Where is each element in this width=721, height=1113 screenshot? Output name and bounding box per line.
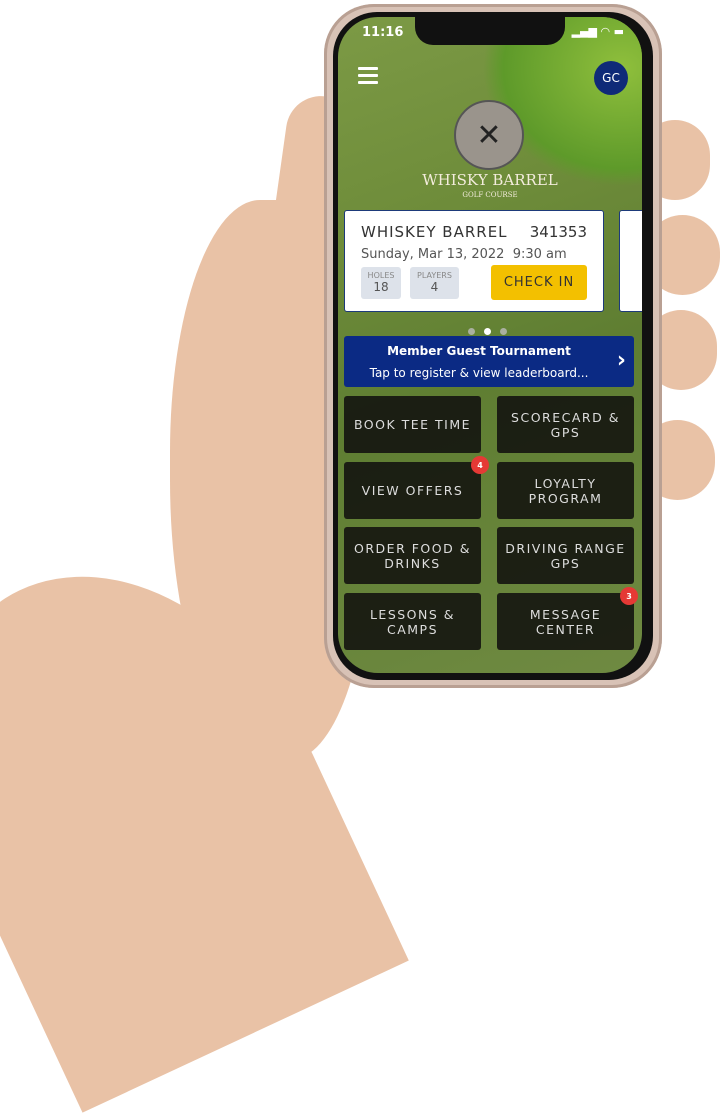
check-in-button[interactable]: CHECK IN <box>491 265 587 300</box>
course-name: WHISKEY BARREL <box>361 223 508 241</box>
view-offers-button[interactable]: VIEW OFFERS <box>344 462 481 519</box>
scorecard-gps-button[interactable]: SCORECARD & GPS <box>497 396 634 453</box>
lessons-camps-button[interactable]: LESSONS & CAMPS <box>344 593 481 650</box>
tournament-banner[interactable]: Member Guest Tournament Tap to register … <box>344 336 634 387</box>
club-logo: ✕ <box>454 100 524 170</box>
hamburger-icon[interactable] <box>358 67 378 88</box>
messages-badge: 3 <box>620 587 638 605</box>
dot <box>500 328 507 335</box>
dot-active <box>484 328 491 335</box>
avatar[interactable]: GC <box>594 61 628 95</box>
players-pill: PLAYERS 4 <box>410 267 459 299</box>
order-food-button[interactable]: ORDER FOOD & DRINKS <box>344 527 481 584</box>
app-screen: 11:16 ▂▄▆ ◠ ▬ GC ✕ WHISKY BARREL GOLF CO… <box>338 17 642 673</box>
dot <box>468 328 475 335</box>
chevron-right-icon: › <box>616 348 626 373</box>
tee-time-card[interactable]: WHISKEY BARREL 341353 Sunday, Mar 13, 20… <box>344 210 604 312</box>
status-time: 11:16 <box>362 25 404 40</box>
logo-subtitle: GOLF COURSE <box>462 191 518 199</box>
banner-subtitle: Tap to register & view leaderboard... <box>369 366 589 380</box>
driving-range-gps-button[interactable]: DRIVING RANGE GPS <box>497 527 634 584</box>
offers-badge: 4 <box>471 456 489 474</box>
next-tee-time-card[interactable] <box>619 210 642 312</box>
signal-wifi-battery-icon: ▂▄▆ ◠ ▬ <box>571 25 624 38</box>
confirmation-number: 341353 <box>529 223 587 241</box>
message-center-button[interactable]: MESSAGE CENTER <box>497 593 634 650</box>
holes-pill: HOLES 18 <box>361 267 401 299</box>
tee-date-time: Sunday, Mar 13, 2022 9:30 am <box>361 247 567 262</box>
loyalty-program-button[interactable]: LOYALTY PROGRAM <box>497 462 634 519</box>
banner-title: Member Guest Tournament <box>387 344 571 358</box>
notch <box>415 17 565 45</box>
book-tee-time-button[interactable]: BOOK TEE TIME <box>344 396 481 453</box>
logo-title: WHISKY BARREL <box>422 171 558 189</box>
